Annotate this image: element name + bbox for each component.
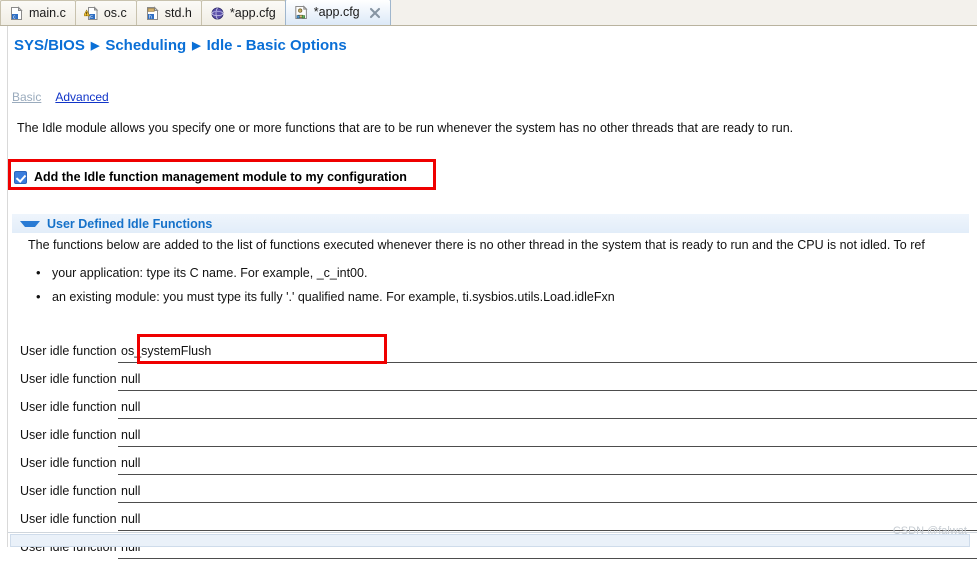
field-row-user-idle-function-5: User idle function 5 bbox=[0, 477, 977, 505]
chevron-right-icon: ▶ bbox=[192, 40, 201, 52]
user-idle-function-1-input[interactable] bbox=[118, 367, 977, 391]
user-idle-function-5-input[interactable] bbox=[118, 479, 977, 503]
list-item: your application: type its C name. For e… bbox=[36, 261, 977, 285]
list-item: an existing module: you must type its fu… bbox=[36, 285, 977, 309]
page-mode-links: Basic Advanced bbox=[12, 90, 109, 104]
field-row-user-idle-function-4: User idle function 4 bbox=[0, 449, 977, 477]
tab-label: os.c bbox=[103, 5, 127, 20]
tab-label: std.h bbox=[164, 5, 192, 20]
globe-icon bbox=[210, 6, 225, 21]
field-label: User idle function 1 bbox=[20, 372, 128, 386]
add-idle-module-checkbox[interactable] bbox=[14, 170, 27, 184]
field-label: User idle function 5 bbox=[20, 484, 128, 498]
tab-main-c[interactable]: c main.c bbox=[0, 0, 76, 25]
user-idle-function-0-input[interactable] bbox=[118, 339, 977, 363]
svg-text:h: h bbox=[149, 14, 152, 20]
tab-label: main.c bbox=[29, 5, 66, 20]
link-basic[interactable]: Basic bbox=[12, 90, 41, 104]
chevron-right-icon: ▶ bbox=[90, 40, 100, 52]
section-header-user-defined-idle-functions[interactable]: User Defined Idle Functions bbox=[12, 214, 969, 233]
bottom-panel-bar bbox=[10, 534, 970, 547]
tab-label: *app.cfg bbox=[313, 5, 360, 20]
breadcrumb-item-scheduling[interactable]: Scheduling bbox=[105, 37, 186, 54]
user-idle-function-2-input[interactable] bbox=[118, 395, 977, 419]
field-row-user-idle-function-6: User idle function 6 bbox=[0, 505, 977, 533]
editor-tab-bar: c main.c c os.c h std.h *app.cfg *app.cf… bbox=[0, 0, 977, 26]
tab-std-h[interactable]: h std.h bbox=[135, 0, 202, 25]
config-form-panel: SYS/BIOS ▶ Scheduling ▶ Idle - Basic Opt… bbox=[0, 26, 977, 559]
user-idle-function-3-input[interactable] bbox=[118, 423, 977, 447]
page-description: The Idle module allows you specify one o… bbox=[17, 121, 794, 135]
triangle-down-icon[interactable] bbox=[20, 220, 40, 227]
add-idle-module-checkbox-row[interactable]: Add the Idle function management module … bbox=[14, 170, 407, 184]
add-idle-module-label: Add the Idle function management module … bbox=[34, 170, 407, 184]
field-row-user-idle-function-1: User idle function 1 bbox=[0, 365, 977, 393]
c-file-icon: c bbox=[9, 5, 24, 21]
tab-label: *app.cfg bbox=[229, 5, 276, 20]
breadcrumb-item-sysbios[interactable]: SYS/BIOS bbox=[14, 37, 85, 54]
close-icon[interactable] bbox=[369, 7, 381, 19]
section-title: User Defined Idle Functions bbox=[47, 216, 213, 231]
user-idle-function-6-input[interactable] bbox=[118, 507, 977, 531]
user-idle-function-4-input[interactable] bbox=[118, 451, 977, 475]
tab-app-cfg-editor[interactable]: *app.cfg bbox=[284, 0, 391, 25]
field-label: User idle function 6 bbox=[20, 512, 128, 526]
tab-app-cfg-source[interactable]: *app.cfg bbox=[200, 0, 286, 25]
section-bullet-list: your application: type its C name. For e… bbox=[32, 261, 977, 309]
tab-bar-filler bbox=[390, 24, 977, 25]
field-label: User idle function 3 bbox=[20, 428, 128, 442]
field-label: User idle function 2 bbox=[20, 400, 128, 414]
field-row-user-idle-function-3: User idle function 3 bbox=[0, 421, 977, 449]
field-row-user-idle-function-2: User idle function 2 bbox=[0, 393, 977, 421]
breadcrumb-item-idle-basic-options: Idle - Basic Options bbox=[206, 37, 347, 54]
h-file-icon: h bbox=[145, 5, 160, 21]
tab-os-c[interactable]: c os.c bbox=[74, 0, 137, 25]
field-label: User idle function 4 bbox=[20, 456, 128, 470]
idle-function-fields: User idle function 0 User idle function … bbox=[0, 337, 977, 561]
cfg-editor-icon bbox=[294, 5, 309, 20]
c-file-warning-icon: c bbox=[82, 5, 99, 21]
breadcrumb: SYS/BIOS ▶ Scheduling ▶ Idle - Basic Opt… bbox=[14, 37, 347, 54]
link-advanced[interactable]: Advanced bbox=[55, 90, 108, 104]
field-label: User idle function 0 bbox=[20, 344, 128, 358]
field-row-user-idle-function-0: User idle function 0 bbox=[0, 337, 977, 365]
section-description: The functions below are added to the lis… bbox=[28, 238, 925, 252]
